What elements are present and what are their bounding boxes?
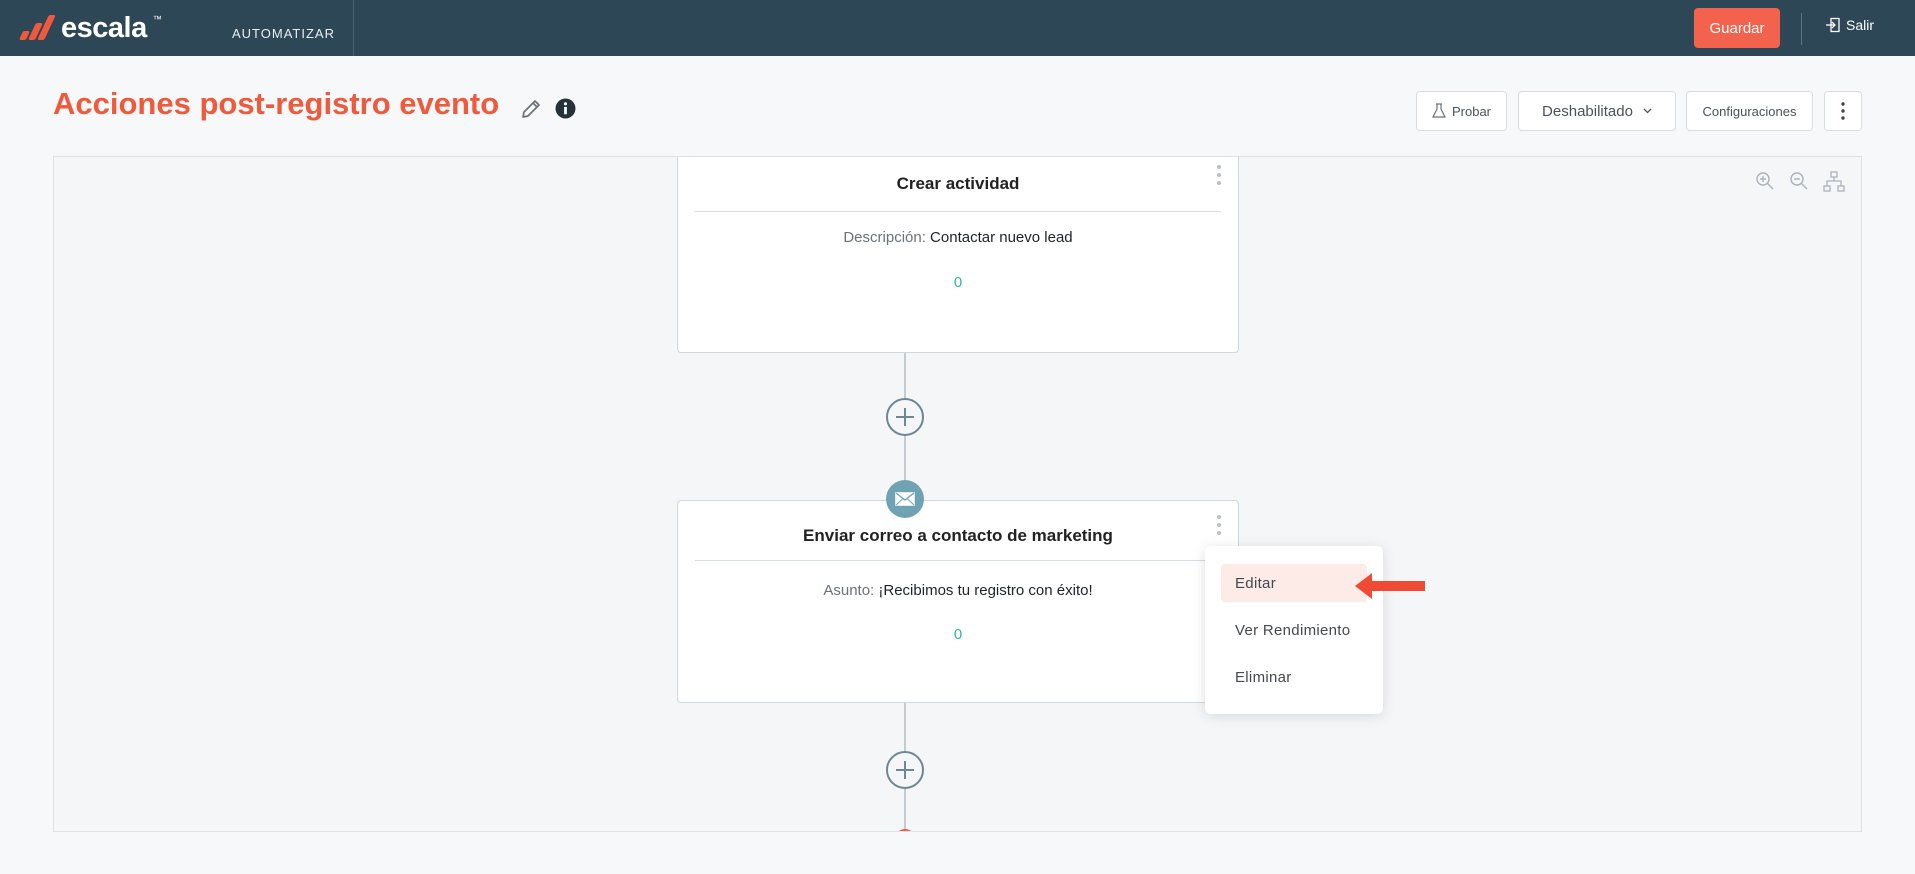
add-step-button[interactable] [886, 751, 924, 789]
chevron-down-icon [1643, 108, 1652, 114]
info-icon[interactable] [555, 98, 576, 124]
test-button-label: Probar [1451, 103, 1492, 119]
menu-item-ver-rendimiento[interactable]: Ver Rendimiento [1221, 611, 1367, 649]
settings-button[interactable]: Configuraciones [1686, 91, 1813, 131]
node-divider [695, 560, 1221, 561]
org-chart-icon[interactable] [1823, 171, 1845, 193]
logo-text: escala [61, 12, 147, 44]
node-field-label: Descripción: [843, 229, 926, 246]
node-subject: Asunto: ¡Recibimos tu registro con éxito… [678, 582, 1238, 599]
logo-trademark: ™ [152, 14, 162, 24]
node-field-value: Contactar nuevo lead [930, 229, 1073, 246]
save-button[interactable]: Guardar [1694, 8, 1780, 48]
zoom-out-icon[interactable] [1789, 171, 1809, 191]
plus-icon [896, 408, 914, 426]
plus-icon [896, 761, 914, 779]
logo-mark-icon [17, 14, 56, 42]
status-dropdown[interactable]: Deshabilitado [1518, 91, 1676, 131]
next-node-badge-partial [895, 829, 915, 831]
workflow-node-enviar-correo[interactable]: Enviar correo a contacto de marketing As… [677, 500, 1239, 703]
logout-label: Salir [1846, 17, 1875, 33]
page-title: Acciones post-registro evento [53, 86, 500, 121]
pencil-icon[interactable] [519, 97, 543, 126]
node-field-label: Asunto: [823, 582, 875, 599]
annotation-arrow-icon [1355, 573, 1425, 599]
node-field-value: ¡Recibimos tu registro con éxito! [878, 582, 1093, 599]
test-button[interactable]: Probar [1416, 91, 1507, 131]
top-navigation-bar: escala ™ AUTOMATIZAR Guardar Salir [0, 0, 1915, 56]
flask-icon [1432, 103, 1446, 118]
topbar-divider [1801, 13, 1802, 45]
more-options-button[interactable] [1824, 91, 1862, 131]
node-title: Crear actividad [896, 174, 1020, 193]
node-divider [695, 211, 1221, 212]
workflow-node-crear-actividad[interactable]: Crear actividad Descripción: Contactar n… [677, 157, 1239, 353]
zoom-in-icon[interactable] [1755, 171, 1775, 191]
menu-item-eliminar[interactable]: Eliminar [1221, 658, 1367, 696]
status-dropdown-label: Deshabilitado [1542, 102, 1633, 120]
add-step-button[interactable] [886, 398, 924, 436]
nav-automatizar[interactable]: AUTOMATIZAR [214, 0, 354, 56]
node-count[interactable]: 0 [678, 274, 1238, 291]
escala-logo[interactable]: escala ™ [17, 12, 162, 44]
canvas-tools [1755, 171, 1845, 193]
kebab-icon [1841, 102, 1845, 120]
node-count[interactable]: 0 [678, 626, 1238, 643]
logout-icon [1826, 17, 1840, 33]
menu-item-editar[interactable]: Editar [1221, 564, 1367, 602]
node-description: Descripción: Contactar nuevo lead [678, 229, 1238, 246]
workflow-canvas[interactable]: Crear actividad Descripción: Contactar n… [53, 156, 1862, 832]
node-title: Enviar correo a contacto de marketing [803, 526, 1113, 545]
envelope-icon [886, 480, 924, 518]
logout-button[interactable]: Salir [1825, 17, 1874, 33]
